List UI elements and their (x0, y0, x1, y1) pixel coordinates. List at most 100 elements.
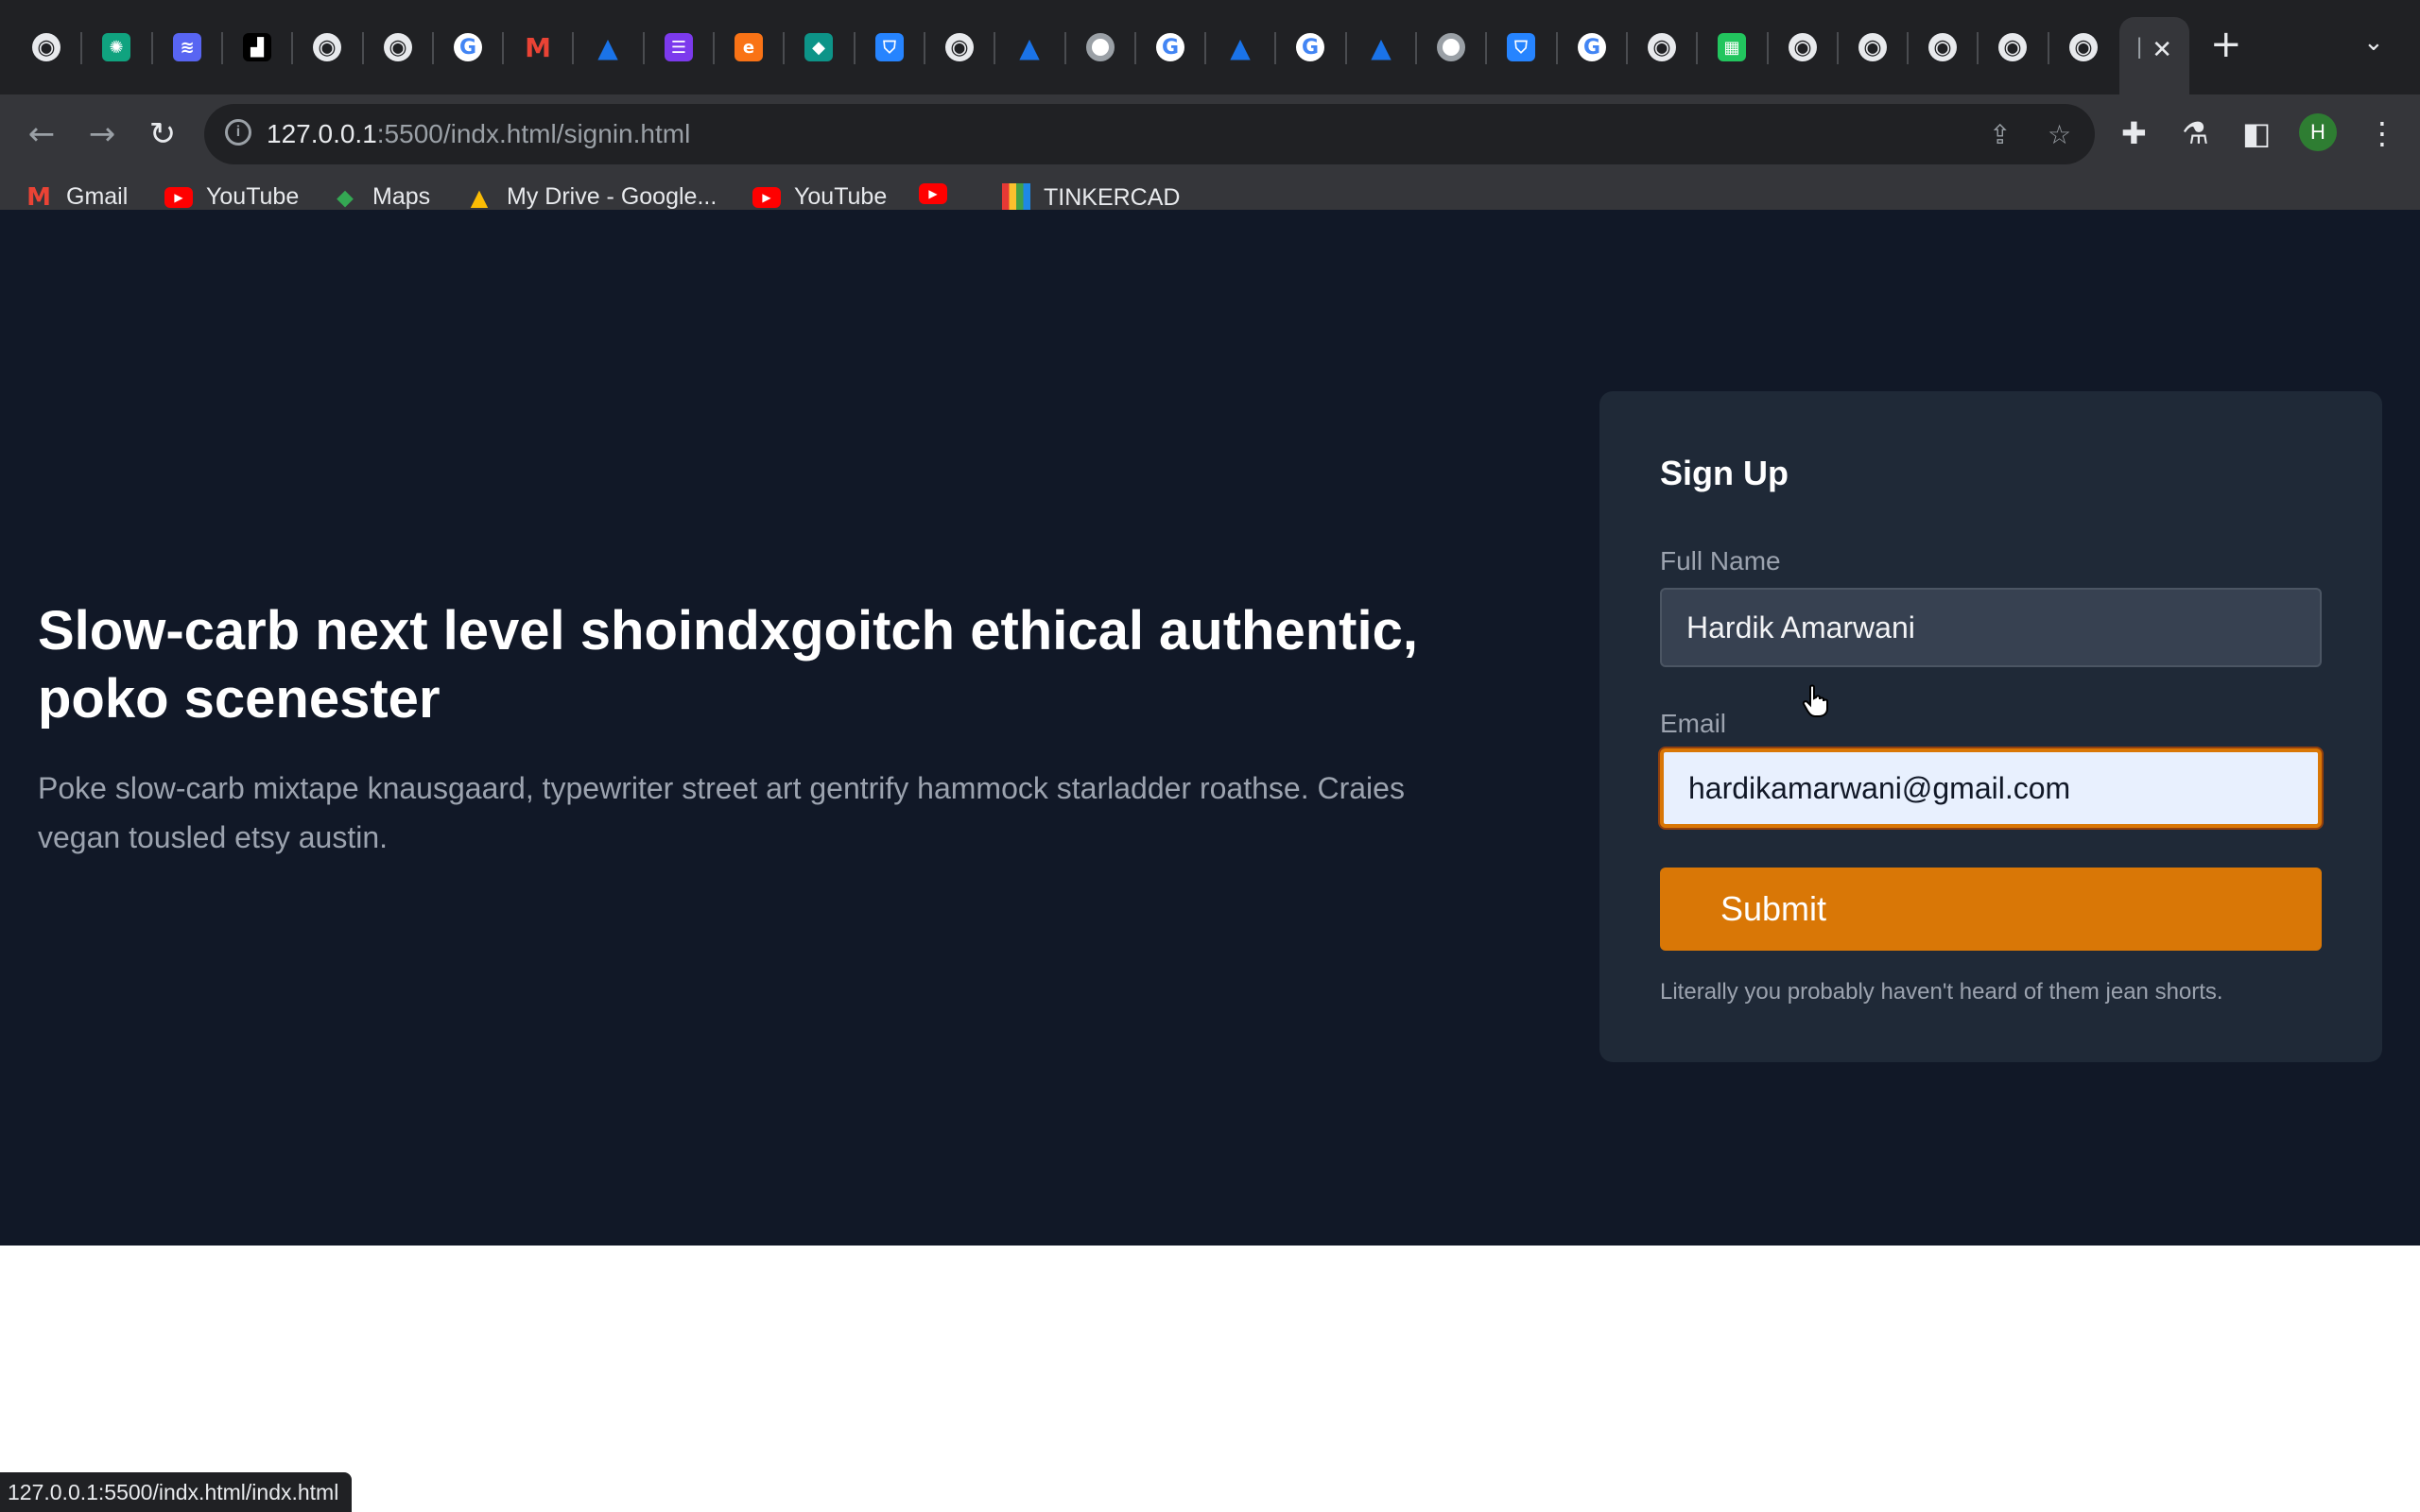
browser-tab[interactable]: ◉ (1978, 17, 2048, 77)
browser-toolbar: ← → ↻ i 127.0.0.1:5500/indx.html/signin.… (0, 94, 2420, 227)
new-tab-icon[interactable]: + (2210, 23, 2242, 66)
browser-tab[interactable] (1065, 17, 1135, 77)
browser-tab[interactable]: ⛉ (1486, 17, 1556, 77)
submit-button[interactable]: Submit (1660, 868, 2322, 951)
extensions-icon[interactable]: ✚ (2121, 115, 2147, 151)
share-icon[interactable]: ⇪ (1989, 119, 2011, 150)
globe-icon: ◉ (313, 33, 341, 61)
layers-icon: ≋ (173, 33, 201, 61)
url-host: 127.0.0.1 (267, 119, 377, 148)
browser-tab[interactable]: ◉ (11, 17, 81, 77)
globe-icon: ◉ (945, 33, 974, 61)
bookmark-label: Maps (372, 183, 431, 210)
browser-tab[interactable]: ▲ (1205, 17, 1275, 77)
globe-icon: ◉ (1858, 33, 1887, 61)
drive-icon: ▲ (470, 183, 489, 211)
browser-tab[interactable]: ▲ (994, 17, 1064, 77)
globe-icon: ◉ (384, 33, 412, 61)
google-icon: G (454, 33, 482, 61)
browser-tab[interactable]: e (714, 17, 784, 77)
browser-tab[interactable]: M (503, 17, 573, 77)
tab-separator (1415, 32, 1417, 64)
browser-tab[interactable]: ▲ (1346, 17, 1416, 77)
tab-separator (432, 32, 434, 64)
tab-separator (854, 32, 856, 64)
tab-separator (362, 32, 364, 64)
bookmark-star-icon[interactable]: ☆ (2048, 119, 2071, 150)
bookmark-label: TINKERCAD (1044, 183, 1181, 211)
eclipse-icon: e (735, 33, 763, 61)
forward-icon[interactable]: → (81, 113, 123, 155)
tab-separator (80, 32, 82, 64)
tab-separator (2048, 32, 2049, 64)
browser-tab[interactable]: ≋ (152, 17, 222, 77)
profile-avatar[interactable]: H (2299, 113, 2337, 151)
browser-tab[interactable]: ◉ (1838, 17, 1908, 77)
tab-separator (1767, 32, 1769, 64)
bookmark-item[interactable]: ▶ (919, 183, 947, 204)
chevron-down-icon[interactable]: ⌄ (2363, 28, 2384, 57)
globe-icon: ◉ (1789, 33, 1817, 61)
bookmark-item[interactable]: TINKERCAD (1002, 183, 1180, 212)
tab-separator (643, 32, 645, 64)
signup-title: Sign Up (1660, 454, 1789, 492)
browser-tab[interactable]: ⛉ (855, 17, 925, 77)
signup-note: Literally you probably haven't heard of … (1660, 979, 2223, 1005)
google-icon: G (1156, 33, 1184, 61)
close-icon[interactable]: ✕ (2152, 36, 2172, 64)
browser-tab[interactable]: G (1557, 17, 1627, 77)
tab-separator (924, 32, 925, 64)
browser-tab[interactable]: ◉ (2048, 17, 2118, 77)
tab-active[interactable]: | ✕ (2119, 17, 2189, 94)
browser-tab[interactable]: ◉ (363, 17, 433, 77)
chrome-icon (1086, 33, 1115, 61)
browser-tab[interactable]: ▲ (573, 17, 643, 77)
tab-separator (572, 32, 574, 64)
browser-tab[interactable]: ☰ (644, 17, 714, 77)
bookmark-item[interactable]: ▲ My Drive - Google... (465, 183, 717, 211)
browser-tab[interactable]: ▦ (1697, 17, 1767, 77)
tab-active-title: | (2136, 34, 2143, 60)
hero-title: Slow-carb next level shoindxgoitch ethic… (38, 600, 1418, 730)
browser-tab[interactable]: ◉ (1627, 17, 1697, 77)
browser-tab[interactable]: ✺ (81, 17, 151, 77)
browser-tab[interactable]: ◉ (925, 17, 994, 77)
browser-tab[interactable]: ▟ (222, 17, 292, 77)
browser-tab[interactable]: G (1135, 17, 1205, 77)
address-bar[interactable]: i 127.0.0.1:5500/indx.html/signin.html ⇪… (204, 104, 2095, 164)
tab-separator (1134, 32, 1136, 64)
full-name-input[interactable] (1660, 588, 2322, 667)
reload-icon[interactable]: ↻ (142, 113, 183, 155)
gmail-icon: M (525, 31, 551, 63)
tab-separator (502, 32, 504, 64)
side-panel-icon[interactable]: ◧ (2242, 115, 2271, 151)
tab-separator (291, 32, 293, 64)
globe-icon: ◉ (1998, 33, 2027, 61)
info-icon[interactable]: i (225, 119, 251, 146)
browser-tab[interactable]: G (1275, 17, 1345, 77)
back-icon[interactable]: ← (21, 113, 62, 155)
globe-icon: ◉ (2069, 33, 2098, 61)
email-input[interactable] (1660, 748, 2322, 828)
grid-icon: ▦ (1718, 33, 1746, 61)
bookmark-label: Gmail (66, 183, 129, 210)
browser-tab[interactable]: ◉ (1908, 17, 1978, 77)
browser-tab[interactable] (1416, 17, 1486, 77)
browser-tab[interactable]: G (433, 17, 503, 77)
browser-tab[interactable]: ◉ (1768, 17, 1838, 77)
browser-tab[interactable]: ◆ (784, 17, 854, 77)
google-icon: G (1296, 33, 1324, 61)
globe-icon: ◉ (1928, 33, 1957, 61)
bookmark-item[interactable]: ▶ YouTube (752, 183, 887, 211)
bookmark-item[interactable]: ⬥ Maps (331, 183, 431, 211)
tab-separator (151, 32, 153, 64)
menu-dots-icon[interactable]: ⋮ (2367, 115, 2397, 151)
bookmark-item[interactable]: M Gmail (25, 183, 129, 212)
labs-flask-icon[interactable]: ⚗ (2182, 115, 2209, 151)
hero-text: Poke slow-carb mixtape knausgaard, typew… (38, 771, 1405, 854)
page-body: Slow-carb next level shoindxgoitch ethic… (0, 210, 2420, 1246)
browser-tab[interactable]: ◉ (292, 17, 362, 77)
bookmark-item[interactable]: ▶ YouTube (164, 183, 299, 211)
tab-separator (1556, 32, 1558, 64)
signup-card: Sign Up Full Name Email Submit Literally… (1599, 391, 2382, 1062)
